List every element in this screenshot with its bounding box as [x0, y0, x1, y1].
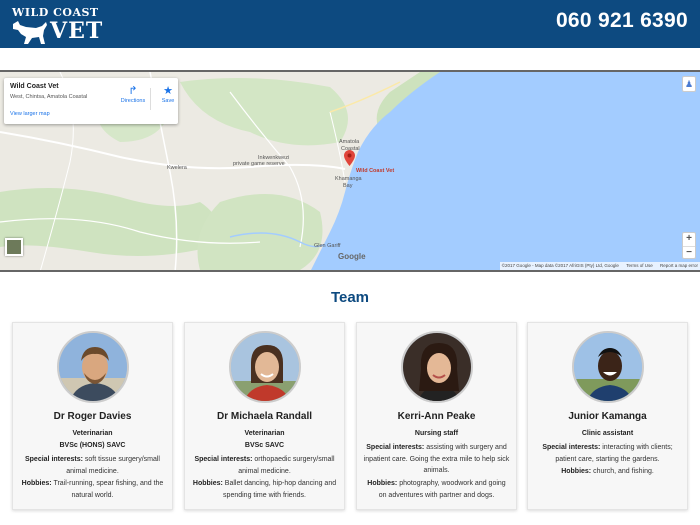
member-special-interests: Special interests: interacting with clie… — [534, 442, 681, 465]
map-label-khamanga: Khamanga — [335, 176, 362, 182]
zoom-out-button[interactable]: − — [683, 247, 695, 260]
map-bottom-rule — [0, 270, 700, 272]
team-card: Junior Kamanga Clinic assistant Special … — [527, 322, 688, 510]
map-info-card: Wild Coast Vet West, Chintsa, Amatola Co… — [4, 78, 178, 124]
map-pin-label: Wild Coast Vet — [356, 168, 395, 174]
map-place-name: Wild Coast Vet — [10, 83, 59, 90]
map-attribution: ©2017 Google - Map data ©2017 AfriGIS (P… — [499, 262, 700, 270]
satellite-toggle[interactable] — [5, 238, 23, 256]
special-interests-label: Special interests: — [194, 456, 253, 463]
zoom-control: + − — [682, 232, 696, 259]
avatar — [401, 331, 473, 403]
terms-of-use-link[interactable]: Terms of Use — [626, 263, 653, 268]
member-hobbies: Hobbies: photography, woodwork and going… — [363, 478, 510, 501]
member-role: Veterinarian — [72, 430, 113, 437]
avatar — [229, 331, 301, 403]
view-larger-map-link[interactable]: View larger map — [10, 111, 50, 117]
member-name: Dr Roger Davies — [53, 411, 132, 422]
hobbies-text: Ballet dancing, hip-hop dancing and spen… — [223, 480, 337, 499]
phone-number[interactable]: 060 921 6390 — [556, 9, 688, 33]
save-button[interactable]: ★ Save — [153, 84, 183, 104]
logo-text-vet: VET — [50, 18, 104, 44]
avatar — [57, 331, 129, 403]
team-card: Kerri-Ann Peake Nursing staff Special in… — [356, 322, 517, 510]
directions-button[interactable]: ↱ Directions — [118, 84, 148, 104]
member-name: Dr Michaela Randall — [216, 411, 313, 422]
member-hobbies: Hobbies: church, and fishing. — [534, 466, 681, 478]
map-label-bay: Bay — [343, 183, 353, 189]
save-label: Save — [161, 98, 175, 104]
member-special-interests: Special interests: assisting with surger… — [363, 442, 510, 477]
special-interests-label: Special interests: — [24, 456, 83, 463]
map-place-address: West, Chintsa, Amatola Coastal — [10, 94, 88, 100]
team-card: Dr Roger Davies Veterinarian BVSc (HONS)… — [12, 322, 173, 510]
hobbies-label: Hobbies: — [561, 468, 592, 475]
directions-icon: ↱ — [128, 85, 138, 97]
member-qualification: BVSc SAVC — [244, 442, 285, 449]
hobbies-label: Hobbies: — [192, 480, 223, 487]
hobbies-label: Hobbies: — [367, 480, 398, 487]
team-card: Dr Michaela Randall Veterinarian BVSc SA… — [184, 322, 345, 510]
member-hobbies: Hobbies: Ballet dancing, hip-hop dancing… — [191, 478, 338, 501]
team-heading: Team — [330, 289, 370, 306]
google-logo: Google — [338, 252, 366, 261]
directions-label: Directions — [120, 98, 146, 104]
report-map-error-link[interactable]: Report a map error — [660, 263, 698, 268]
hobbies-text: Trail-running, spear fishing, and the na… — [53, 480, 164, 499]
member-role: Veterinarian — [244, 430, 285, 437]
member-name: Junior Kamanga — [568, 411, 647, 422]
map-label-glen-gariff: Glen Gariff — [314, 243, 341, 249]
member-hobbies: Hobbies: Trail-running, spear fishing, a… — [19, 478, 166, 501]
member-qualification: BVSc (HONS) SAVC — [59, 442, 126, 449]
member-role: Clinic assistant — [581, 430, 634, 437]
dog-silhouette-icon — [13, 21, 47, 44]
special-interests-text: orthopaedic surgery/small animal medicin… — [238, 456, 335, 475]
embedded-map[interactable]: Wild Coast Vet West, Chintsa, Amatola Co… — [0, 70, 700, 270]
avatar — [572, 331, 644, 403]
wild-coast-vet-logo[interactable]: WILD COAST VET — [10, 4, 102, 46]
map-data-credit: ©2017 Google - Map data ©2017 AfriGIS (P… — [501, 263, 619, 268]
hobbies-label: Hobbies: — [21, 480, 52, 487]
zoom-in-button[interactable]: + — [683, 233, 695, 246]
special-interests-label: Special interests: — [366, 444, 425, 451]
member-special-interests: Special interests: soft tissue surgery/s… — [19, 454, 166, 477]
site-header: WILD COAST VET 060 921 6390 — [0, 0, 700, 48]
street-view-pegman-icon[interactable]: ♟ — [682, 76, 696, 92]
map-pin-icon[interactable] — [344, 150, 355, 166]
star-icon: ★ — [163, 85, 173, 97]
member-special-interests: Special interests: orthopaedic surgery/s… — [191, 454, 338, 477]
map-label-reserve: private game reserve — [233, 161, 285, 167]
info-card-divider — [150, 88, 151, 110]
special-interests-label: Special interests: — [542, 444, 601, 451]
hobbies-text: photography, woodwork and going on adven… — [378, 480, 506, 499]
member-name: Kerri-Ann Peake — [397, 411, 476, 422]
hobbies-text: church, and fishing. — [593, 468, 654, 475]
map-label-kwelera: Kwelera — [167, 165, 187, 171]
map-label-amatola: Amatola — [339, 139, 360, 145]
member-role: Nursing staff — [414, 430, 459, 437]
